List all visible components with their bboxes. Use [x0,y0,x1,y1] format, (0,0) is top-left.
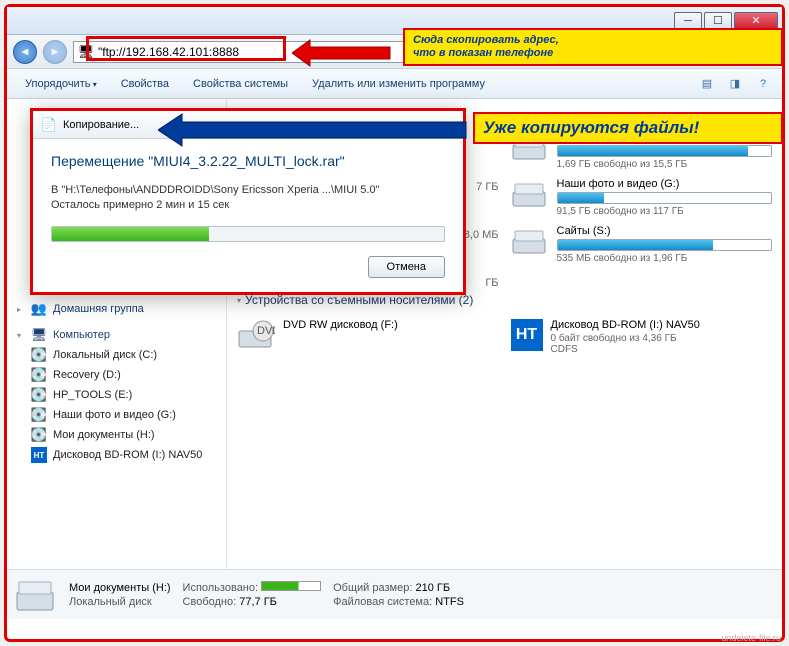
uninstall-button[interactable]: Удалить или изменить программу [302,75,495,93]
sidebar-drive-g[interactable]: 💽Наши фото и видео (G:) [7,405,226,425]
hdd-icon: 💽 [31,367,47,383]
computer-icon: 🖥 [31,327,47,343]
organize-button[interactable]: Упорядочить [15,75,107,93]
minimize-button[interactable]: ─ [674,12,702,30]
annotation-address: Сюда скопировать адрес, что в показан те… [403,28,783,66]
maximize-button[interactable]: ☐ [704,12,732,30]
address-highlight-annotation [86,36,286,61]
red-arrow-annotation [292,38,392,68]
back-button[interactable]: ◄ [13,40,37,64]
homegroup-icon: 👥 [31,301,47,317]
drive-sites[interactable]: Сайты (S:)535 МБ свободно из 1,96 ГБ [511,225,773,264]
hdd-icon [15,576,57,614]
sidebar-drive-c[interactable]: 💽Локальный диск (C:) [7,345,226,365]
view-icon[interactable]: ▤ [696,73,718,95]
bd-icon: HT [511,319,543,351]
drive-dvd[interactable]: DVD DVD RW дисковод (F:) [237,319,499,355]
status-drive-name: Мои документы (H:) [69,582,171,594]
watermark: undelete-file.ru [721,633,781,643]
close-button[interactable]: ✕ [734,12,778,30]
sidebar-drive-i[interactable]: HTДисковод BD-ROM (I:) NAV50 [7,445,226,465]
dialog-heading: Перемещение "MIUI4_3.2.22_MULTI_lock.rar… [51,153,445,169]
hdd-icon [511,178,549,210]
status-bar: Мои документы (H:) Локальный диск Исполь… [7,569,782,619]
dialog-time-remaining: Осталось примерно 2 мин и 15 сек [51,198,445,213]
hdd-icon [511,225,549,257]
copy-icon: 📄 [41,117,57,133]
sidebar-drive-e[interactable]: 💽HP_TOOLS (E:) [7,385,226,405]
help-icon[interactable]: ? [752,73,774,95]
bd-icon: HT [31,447,47,463]
status-drive-type: Локальный диск [69,596,171,608]
hdd-icon: 💽 [31,407,47,423]
dialog-title-text: Копирование... [63,119,139,131]
sidebar-drive-d[interactable]: 💽Recovery (D:) [7,365,226,385]
preview-pane-icon[interactable]: ◨ [724,73,746,95]
sidebar-homegroup[interactable]: 👥Домашняя группа [7,299,226,319]
drive-photos[interactable]: Наши фото и видео (G:)91,5 ГБ свободно и… [511,178,773,217]
forward-button[interactable]: ► [43,40,67,64]
blue-arrow-annotation [158,112,468,148]
hdd-icon: 💽 [31,387,47,403]
drive-bd[interactable]: HT Дисковод BD-ROM (I:) NAV500 байт своб… [511,319,773,355]
sidebar-drive-h[interactable]: 💽Мои документы (H:) [7,425,226,445]
sidebar-computer[interactable]: 🖥Компьютер [7,325,226,345]
toolbar: Упорядочить Свойства Свойства системы Уд… [7,69,782,99]
properties-button[interactable]: Свойства [111,75,179,93]
dvd-icon: DVD [237,319,275,351]
progress-bar [51,226,445,242]
hdd-icon: 💽 [31,347,47,363]
cancel-button[interactable]: Отмена [368,256,445,278]
dialog-path: В "H:\Телефоны\ANDDDROIDD\Sony Ericsson … [51,183,445,198]
progress-fill [52,227,209,241]
annotation-copying: Уже копируются файлы! [473,112,783,144]
system-properties-button[interactable]: Свойства системы [183,75,298,93]
hdd-icon: 💽 [31,427,47,443]
svg-text:DVD: DVD [257,325,275,337]
